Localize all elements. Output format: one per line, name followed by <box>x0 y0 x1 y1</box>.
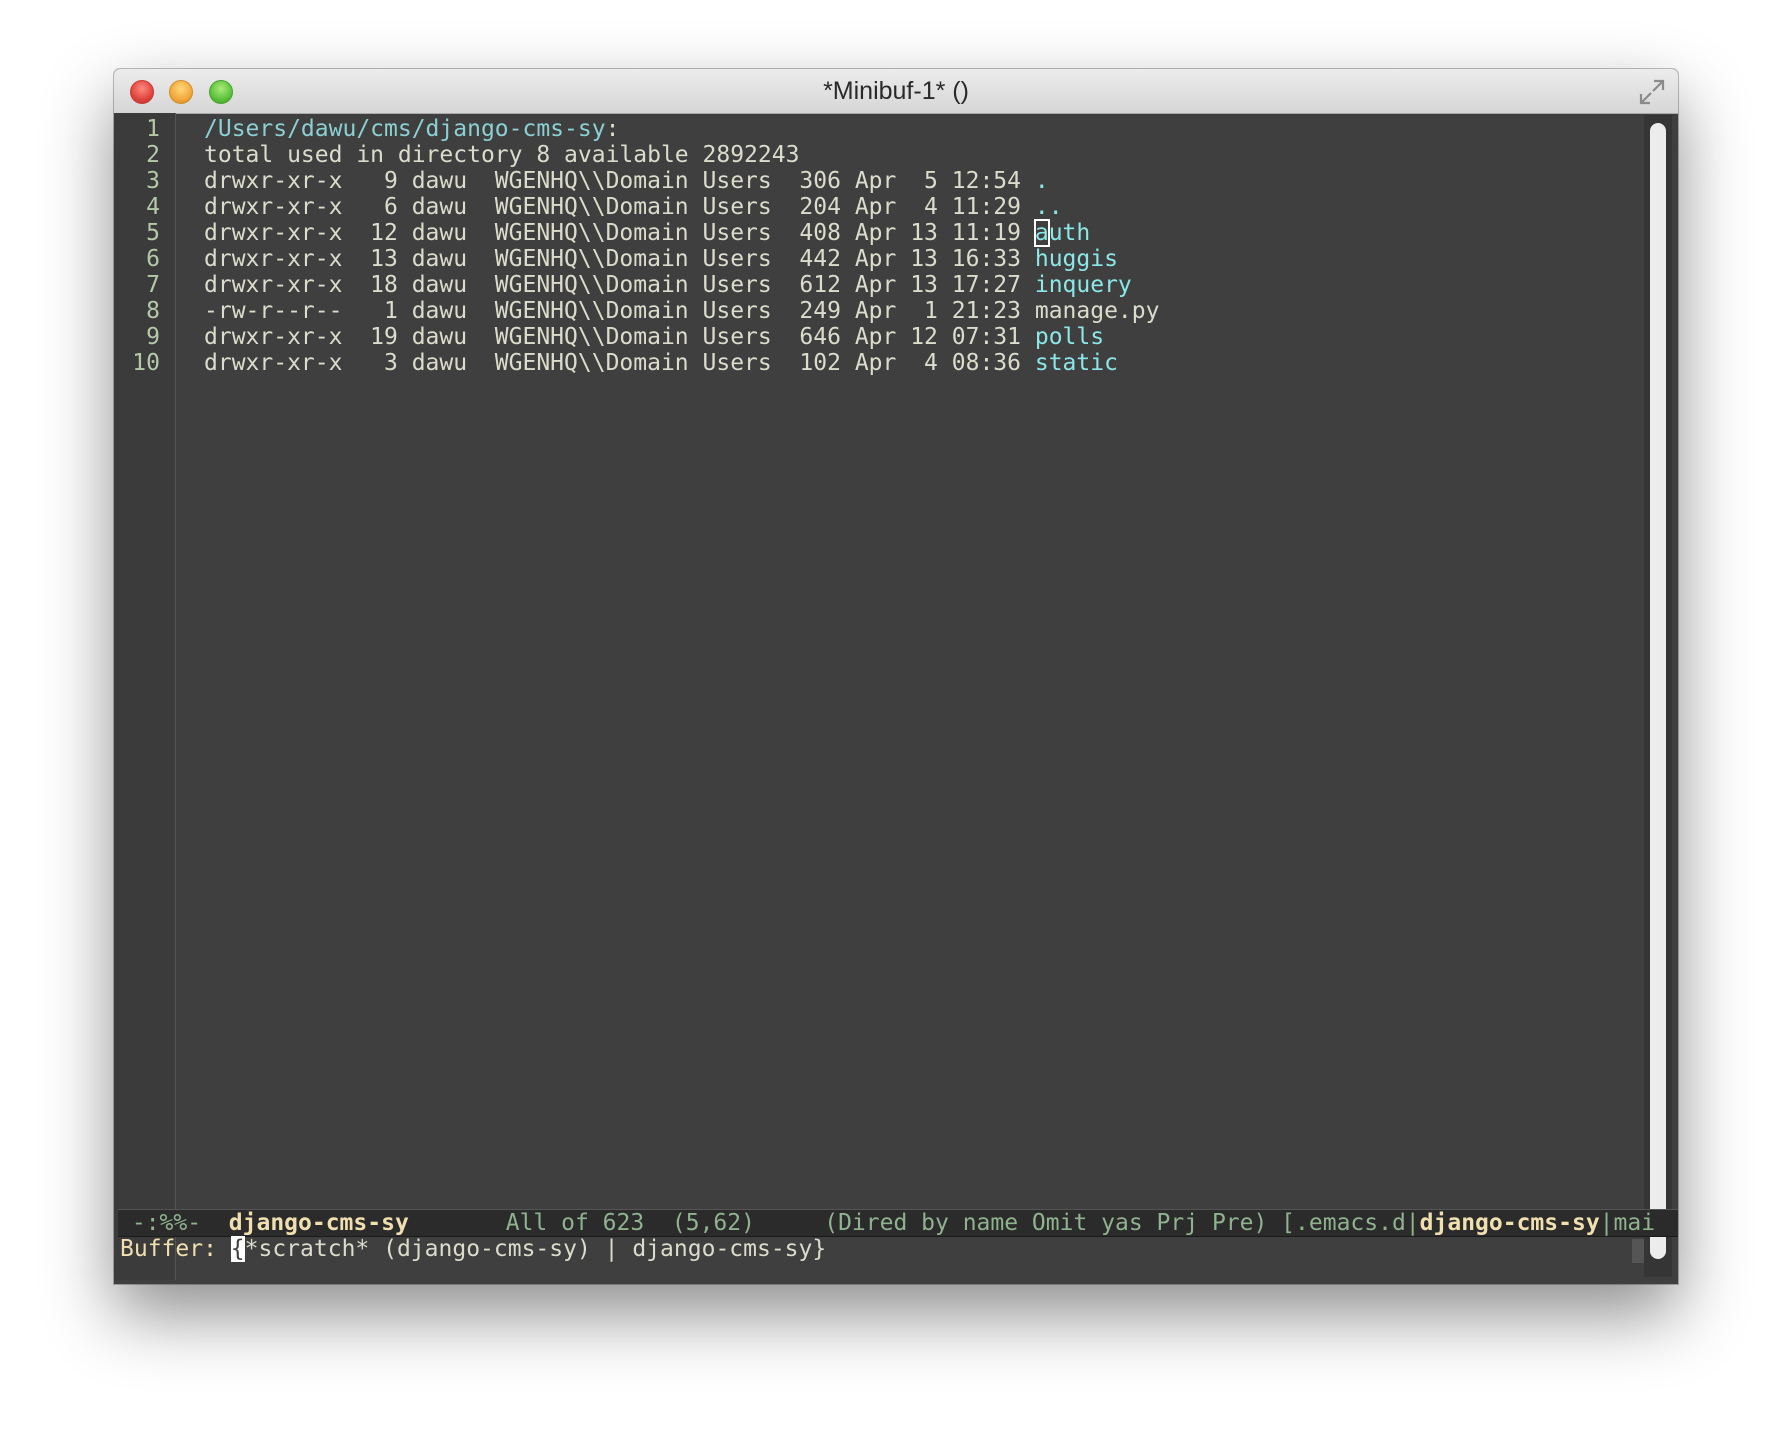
line-number: 7 <box>146 272 160 298</box>
vertical-scrollbar[interactable] <box>1644 115 1672 1277</box>
line-number: 5 <box>146 220 160 246</box>
entry-name[interactable]: . <box>1035 168 1049 194</box>
entry-meta: drwxr-xr-x 12 dawu WGENHQ\\Domain Users … <box>204 220 1035 246</box>
dired-entry[interactable]: -rw-r--r-- 1 dawu WGENHQ\\Domain Users 2… <box>204 298 1159 324</box>
scrollbar-thumb[interactable] <box>1650 123 1666 1259</box>
header-colon: : <box>605 116 620 142</box>
modeline-buffer-name[interactable]: django-cms-sy <box>229 1210 409 1236</box>
entry-name[interactable]: uth <box>1049 220 1091 246</box>
mode-line[interactable]: -:%%- django-cms-sy All of 623 (5,62) (D… <box>118 1209 1678 1237</box>
window-title: *Minibuf-1* () <box>823 77 969 105</box>
entry-name[interactable]: static <box>1035 350 1118 376</box>
line-number: 3 <box>146 168 160 194</box>
entry-name[interactable]: manage.py <box>1035 298 1160 324</box>
dired-entry[interactable]: drwxr-xr-x 9 dawu WGENHQ\\Domain Users 3… <box>204 168 1049 194</box>
minibuffer-prompt: Buffer: <box>120 1236 231 1262</box>
dired-entry[interactable]: drwxr-xr-x 18 dawu WGENHQ\\Domain Users … <box>204 272 1132 298</box>
line-number-gutter: 1 2 3 4 5 6 7 8 9 10 <box>114 113 176 1280</box>
minibuffer-input[interactable]: *scratch* (django-cms-sy) | django-cms-s… <box>245 1236 827 1262</box>
entry-name[interactable]: .. <box>1035 194 1063 220</box>
dired-entry[interactable]: drwxr-xr-x 3 dawu WGENHQ\\Domain Users 1… <box>204 350 1118 376</box>
modeline-status: -:%%- <box>118 1210 229 1236</box>
entry-meta: drwxr-xr-x 9 dawu WGENHQ\\Domain Users 3… <box>204 168 1035 194</box>
emacs-window: *Minibuf-1* () 1 2 3 4 5 6 7 8 9 10 /Use… <box>114 69 1678 1284</box>
line-number: 4 <box>146 194 160 220</box>
modeline-modes[interactable]: (Dired by name Omit yas Prj Pre) [.emacs… <box>824 1210 1419 1236</box>
entry-name[interactable]: inquery <box>1035 272 1132 298</box>
text-cursor: a <box>1033 219 1050 247</box>
dired-total-line: total used in directory 8 available 2892… <box>204 142 800 168</box>
entry-meta: drwxr-xr-x 18 dawu WGENHQ\\Domain Users … <box>204 272 1035 298</box>
dired-entry[interactable]: drwxr-xr-x 12 dawu WGENHQ\\Domain Users … <box>204 219 1091 247</box>
directory-path: /Users/dawu/cms/django-cms-sy <box>204 116 606 142</box>
line-number: 1 <box>146 116 160 142</box>
modeline-project: django-cms-sy <box>1419 1210 1600 1236</box>
title-bar[interactable]: *Minibuf-1* () <box>114 69 1678 114</box>
dired-header-line: /Users/dawu/cms/django-cms-sy: <box>204 116 619 142</box>
entry-meta: drwxr-xr-x 19 dawu WGENHQ\\Domain Users … <box>204 324 1035 350</box>
entry-name[interactable]: huggis <box>1035 246 1118 272</box>
line-number: 2 <box>146 142 160 168</box>
minibuffer-cursor: { <box>230 1236 245 1262</box>
entry-meta: drwxr-xr-x 13 dawu WGENHQ\\Domain Users … <box>204 246 1035 272</box>
modeline-tail: |mai <box>1599 1210 1656 1236</box>
line-number: 8 <box>146 298 160 324</box>
line-number: 6 <box>146 246 160 272</box>
entry-name[interactable]: polls <box>1035 324 1104 350</box>
dired-entry[interactable]: drwxr-xr-x 19 dawu WGENHQ\\Domain Users … <box>204 324 1104 350</box>
minibuffer[interactable]: Buffer: {*scratch* (django-cms-sy) | dja… <box>120 1236 826 1262</box>
dired-entry[interactable]: drwxr-xr-x 6 dawu WGENHQ\\Domain Users 2… <box>204 194 1063 220</box>
modeline-position: All of 623 (5,62) <box>408 1210 825 1236</box>
entry-meta: -rw-r--r-- 1 dawu WGENHQ\\Domain Users 2… <box>204 298 1035 324</box>
line-number: 10 <box>132 350 160 376</box>
entry-meta: drwxr-xr-x 3 dawu WGENHQ\\Domain Users 1… <box>204 350 1035 376</box>
line-number: 9 <box>146 324 160 350</box>
entry-meta: drwxr-xr-x 6 dawu WGENHQ\\Domain Users 2… <box>204 194 1035 220</box>
dired-entry[interactable]: drwxr-xr-x 13 dawu WGENHQ\\Domain Users … <box>204 246 1118 272</box>
fullscreen-icon[interactable] <box>1638 78 1666 106</box>
minibuffer-scrollbar[interactable] <box>1632 1239 1644 1263</box>
